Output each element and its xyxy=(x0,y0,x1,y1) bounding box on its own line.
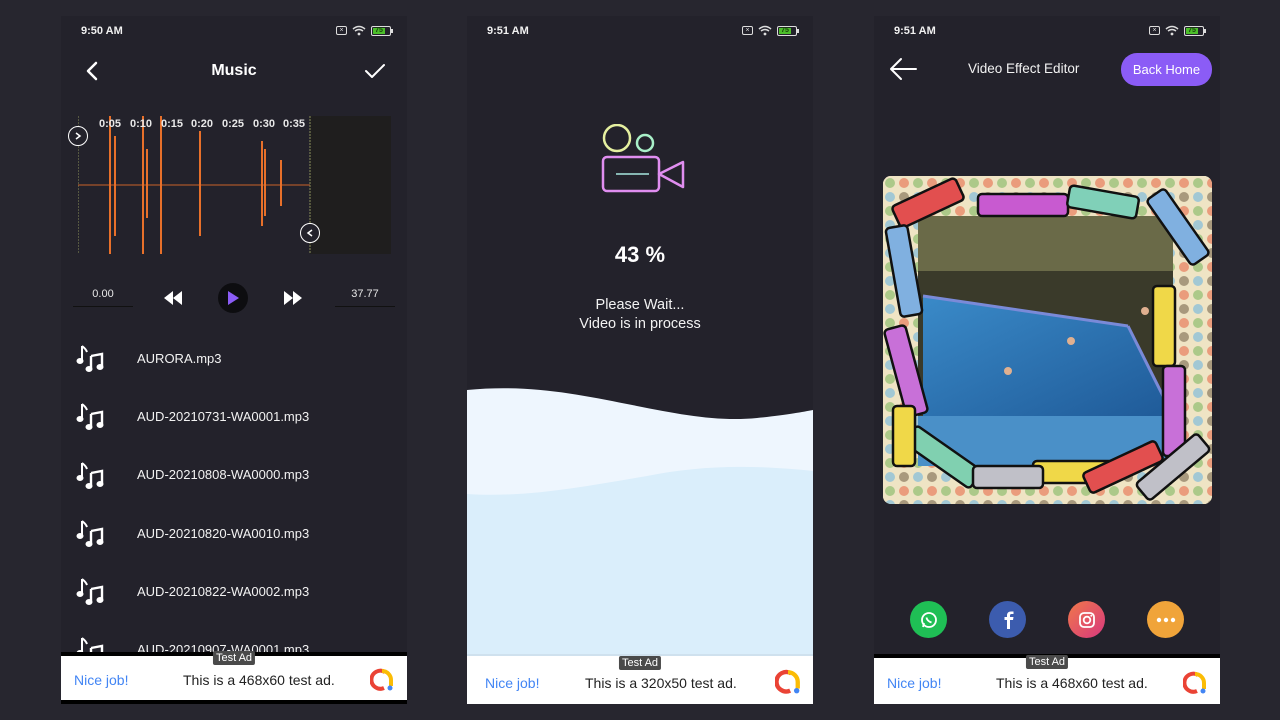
checkmark-icon xyxy=(365,64,385,78)
music-file-name: AURORA.mp3 xyxy=(137,350,222,366)
music-list-item[interactable]: AURORA.mp3 xyxy=(61,329,407,387)
wifi-icon xyxy=(758,25,772,36)
music-note-icon xyxy=(74,459,106,491)
more-dots-icon xyxy=(1156,617,1175,622)
time-tick: 0:30 xyxy=(253,118,276,130)
video-preview[interactable] xyxy=(883,176,1212,504)
status-icons: × 75 xyxy=(336,25,393,36)
page-title: Music xyxy=(211,62,257,79)
battery-icon: 75 xyxy=(1184,25,1206,36)
music-file-name: AUD-20210808-WA0000.mp3 xyxy=(137,467,310,483)
music-list-item[interactable]: AUD-20210808-WA0000.mp3 xyxy=(61,446,407,504)
ad-headline[interactable]: Nice job! xyxy=(887,675,941,691)
status-time: 9:50 AM xyxy=(81,25,123,37)
music-list: AURORA.mp3 AUD-20210731-WA0001.mp3 AUD-202… xyxy=(61,329,407,679)
music-file-name: AUD-20210822-WA0002.mp3 xyxy=(137,583,310,599)
audio-waveform-trimmer[interactable]: 0:05 0:10 0:15 0:20 0:25 0:30 0:35 xyxy=(68,116,391,254)
music-header: Music xyxy=(61,56,407,86)
no-sim-icon: × xyxy=(336,26,347,35)
trim-end-handle[interactable] xyxy=(300,223,320,243)
page-title: Video Effect Editor xyxy=(968,61,1080,76)
progress-message: Please Wait... Video is in process xyxy=(467,296,813,334)
ad-headline[interactable]: Nice job! xyxy=(485,675,539,691)
status-bar: 9:50 AM × 75 xyxy=(61,16,407,46)
video-effect-editor-screen: 9:51 AM × 75 Video Effect Editor Back Ho… xyxy=(874,16,1220,704)
end-time-field[interactable]: 37.77 xyxy=(335,288,395,307)
confirm-button[interactable] xyxy=(363,60,387,82)
music-note-icon xyxy=(74,575,106,607)
status-bar: 9:51 AM × 75 xyxy=(467,16,813,46)
rewind-icon xyxy=(164,291,182,305)
share-instagram-button[interactable] xyxy=(1068,601,1105,638)
ad-text: This is a 320x50 test ad. xyxy=(585,675,737,691)
wait-text: Please Wait... xyxy=(595,297,685,313)
progress-wave xyxy=(467,388,813,656)
ad-logo-icon[interactable] xyxy=(370,668,394,692)
status-icons: × 75 xyxy=(1149,25,1206,36)
fast-forward-icon xyxy=(284,291,302,305)
start-time-field[interactable]: 0.00 xyxy=(73,288,133,307)
ad-text: This is a 468x60 test ad. xyxy=(996,675,1148,691)
ad-banner[interactable]: Test Ad Nice job! This is a 468x60 test … xyxy=(61,651,407,704)
back-button[interactable] xyxy=(888,56,918,82)
test-ad-tag: Test Ad xyxy=(1025,655,1069,669)
music-note-icon xyxy=(74,400,106,432)
no-sim-icon: × xyxy=(742,26,753,35)
music-list-item[interactable]: AUD-20210822-WA0002.mp3 xyxy=(61,562,407,620)
share-facebook-button[interactable] xyxy=(989,601,1026,638)
share-row xyxy=(874,601,1220,639)
test-ad-tag: Test Ad xyxy=(212,651,256,665)
ad-logo-icon[interactable] xyxy=(775,669,801,695)
battery-icon: 75 xyxy=(371,25,393,36)
share-whatsapp-button[interactable] xyxy=(910,601,947,638)
battery-icon: 75 xyxy=(777,25,799,36)
ad-logo-icon[interactable] xyxy=(1183,671,1207,695)
chevron-right-icon xyxy=(75,132,82,140)
play-button[interactable] xyxy=(218,283,248,313)
ad-text: This is a 468x60 test ad. xyxy=(183,672,335,688)
processing-screen: 9:51 AM × 75 43 % Please Wait... Video i… xyxy=(467,16,813,704)
waveform-graph xyxy=(78,116,311,254)
music-note-icon xyxy=(74,517,106,549)
instagram-icon xyxy=(1078,611,1095,628)
wifi-icon xyxy=(352,25,366,36)
wifi-icon xyxy=(1165,25,1179,36)
ad-banner[interactable]: Test Ad Nice job! This is a 320x50 test … xyxy=(467,654,813,704)
facebook-icon xyxy=(1004,611,1013,629)
back-home-button[interactable]: Back Home xyxy=(1121,53,1212,86)
music-list-item[interactable]: AUD-20210820-WA0010.mp3 xyxy=(61,504,407,562)
arrow-left-icon xyxy=(890,58,917,80)
fast-forward-button[interactable] xyxy=(279,284,307,312)
time-tick: 0:15 xyxy=(161,118,184,130)
chevron-left-icon xyxy=(306,229,313,237)
video-camera-icon xyxy=(601,124,685,193)
status-icons: × 75 xyxy=(742,25,799,36)
status-time: 9:51 AM xyxy=(894,25,936,37)
trim-start-handle[interactable] xyxy=(68,126,88,146)
status-bar: 9:51 AM × 75 xyxy=(874,16,1220,46)
player-controls: 0.00 37.77 xyxy=(61,283,407,314)
time-tick: 0:35 xyxy=(283,118,306,130)
ad-banner[interactable]: Test Ad Nice job! This is a 468x60 test … xyxy=(874,654,1220,704)
music-screen: 9:50 AM × 75 Music 0:05 0:10 0:15 0:20 0… xyxy=(61,16,407,704)
share-more-button[interactable] xyxy=(1147,601,1184,638)
time-tick: 0:10 xyxy=(130,118,153,130)
time-tick: 0:25 xyxy=(222,118,245,130)
music-file-name: AUD-20210820-WA0010.mp3 xyxy=(137,525,310,541)
ad-headline[interactable]: Nice job! xyxy=(74,672,128,688)
process-text: Video is in process xyxy=(579,316,701,332)
crayon-frame-image xyxy=(883,176,1212,504)
whatsapp-icon xyxy=(920,611,937,628)
test-ad-tag: Test Ad xyxy=(618,656,662,670)
music-file-name: AUD-20210731-WA0001.mp3 xyxy=(137,408,310,424)
play-icon xyxy=(228,291,239,305)
music-note-icon xyxy=(74,342,106,374)
no-sim-icon: × xyxy=(1149,26,1160,35)
status-time: 9:51 AM xyxy=(487,25,529,37)
time-tick: 0:20 xyxy=(191,118,214,130)
time-tick: 0:05 xyxy=(99,118,122,130)
rewind-button[interactable] xyxy=(159,284,187,312)
progress-percent: 43 % xyxy=(614,242,666,267)
music-list-item[interactable]: AUD-20210731-WA0001.mp3 xyxy=(61,387,407,445)
